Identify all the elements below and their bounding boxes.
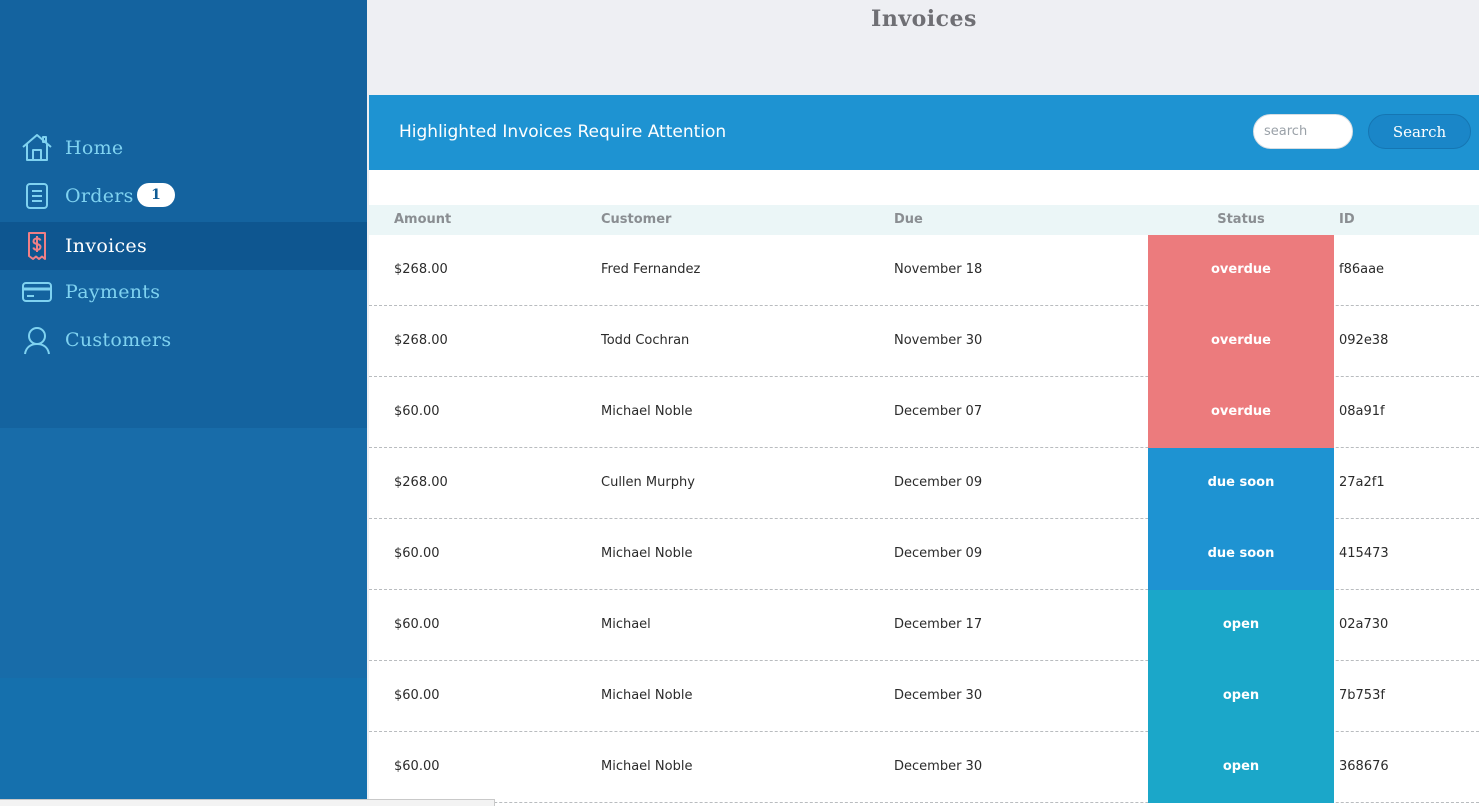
table-row[interactable]: $60.00 Michael Noble December 30 open 7b753f: [369, 661, 1479, 732]
sidebar-item-invoices[interactable]: Invoices: [0, 222, 367, 270]
orders-icon: [21, 180, 53, 212]
orders-count-badge: 1: [137, 183, 175, 207]
due-date-cell: December 17: [894, 617, 983, 632]
table-header: Amount Customer Due Status ID: [369, 205, 1479, 235]
sidebar-band: [0, 678, 367, 806]
due-date-cell: November 18: [894, 262, 983, 277]
table-row[interactable]: $60.00 Michael Noble December 30 open 368676: [369, 732, 1479, 803]
table-row[interactable]: $268.00 Todd Cochran November 30 overdue 092…: [369, 306, 1479, 377]
sidebar-item-label: Home: [65, 137, 124, 159]
customer-cell: Michael Noble: [601, 688, 693, 703]
status-badge: due soon: [1148, 448, 1334, 519]
sidebar-item-label: Payments: [65, 281, 161, 303]
search-button[interactable]: Search: [1368, 114, 1471, 149]
amount-cell: $268.00: [394, 475, 448, 490]
amount-cell: $268.00: [394, 333, 448, 348]
amount-cell: $60.00: [394, 546, 440, 561]
due-date-cell: November 30: [894, 333, 983, 348]
sidebar-item-label: Orders: [65, 185, 134, 207]
amount-cell: $60.00: [394, 617, 440, 632]
search-input[interactable]: [1253, 114, 1353, 149]
column-header-amount[interactable]: Amount: [394, 212, 451, 227]
status-badge: open: [1148, 590, 1334, 661]
attention-banner: Highlighted Invoices Require Attention S…: [369, 95, 1479, 170]
status-badge: overdue: [1148, 235, 1334, 306]
customer-cell: Fred Fernandez: [601, 262, 701, 277]
sidebar-item-home[interactable]: Home: [0, 124, 367, 172]
due-date-cell: December 09: [894, 475, 983, 490]
status-badge: open: [1148, 732, 1334, 803]
sidebar-item-label: Invoices: [65, 235, 148, 257]
amount-cell: $60.00: [394, 759, 440, 774]
customer-cell: Todd Cochran: [601, 333, 690, 348]
customer-cell: Cullen Murphy: [601, 475, 695, 490]
customer-cell: Michael Noble: [601, 404, 693, 419]
sidebar: Home Orders 1 Invoices Payments Customer…: [0, 0, 367, 806]
table-row[interactable]: $268.00 Cullen Murphy December 09 due soon 2…: [369, 448, 1479, 519]
sidebar-item-payments[interactable]: Payments: [0, 268, 367, 316]
table-row[interactable]: $60.00 Michael Noble December 07 overdue 08a…: [369, 377, 1479, 448]
status-badge: due soon: [1148, 519, 1334, 590]
due-date-cell: December 30: [894, 688, 983, 703]
invoice-id-cell: 08a91f: [1339, 404, 1385, 419]
status-badge: open: [1148, 661, 1334, 732]
invoice-dollar-icon: [21, 230, 53, 262]
due-date-cell: December 30: [894, 759, 983, 774]
browser-status-bar: [0, 799, 495, 806]
sidebar-item-label: Customers: [65, 329, 172, 351]
table-row[interactable]: $60.00 Michael Noble December 09 due soon 41…: [369, 519, 1479, 590]
invoice-id-cell: 02a730: [1339, 617, 1389, 632]
customer-cell: Michael: [601, 617, 651, 632]
invoice-id-cell: 7b753f: [1339, 688, 1385, 703]
credit-card-icon: [21, 276, 53, 308]
amount-cell: $60.00: [394, 688, 440, 703]
amount-cell: $60.00: [394, 404, 440, 419]
status-badge: overdue: [1148, 306, 1334, 377]
page-title: Invoices: [871, 6, 977, 32]
invoice-table: Amount Customer Due Status ID $268.00 Fre…: [369, 170, 1479, 806]
home-icon: [21, 132, 53, 164]
sidebar-band: [0, 428, 367, 678]
invoice-id-cell: 368676: [1339, 759, 1389, 774]
invoice-id-cell: 415473: [1339, 546, 1389, 561]
table-row[interactable]: $60.00 Michael December 17 open 02a730: [369, 590, 1479, 661]
invoice-id-cell: 27a2f1: [1339, 475, 1385, 490]
table-row[interactable]: $268.00 Fred Fernandez November 18 overdue f…: [369, 235, 1479, 306]
sidebar-item-customers[interactable]: Customers: [0, 316, 367, 364]
column-header-id[interactable]: ID: [1339, 212, 1355, 227]
status-badge: overdue: [1148, 377, 1334, 448]
amount-cell: $268.00: [394, 262, 448, 277]
banner-heading: Highlighted Invoices Require Attention: [399, 122, 727, 142]
user-icon: [21, 324, 53, 356]
column-header-customer[interactable]: Customer: [601, 212, 671, 227]
sidebar-item-orders[interactable]: Orders 1: [0, 172, 367, 220]
due-date-cell: December 07: [894, 404, 983, 419]
invoice-id-cell: 092e38: [1339, 333, 1389, 348]
customer-cell: Michael Noble: [601, 546, 693, 561]
column-header-status[interactable]: Status: [1148, 212, 1334, 227]
customer-cell: Michael Noble: [601, 759, 693, 774]
invoice-id-cell: f86aae: [1339, 262, 1385, 277]
due-date-cell: December 09: [894, 546, 983, 561]
column-header-due[interactable]: Due: [894, 212, 923, 227]
